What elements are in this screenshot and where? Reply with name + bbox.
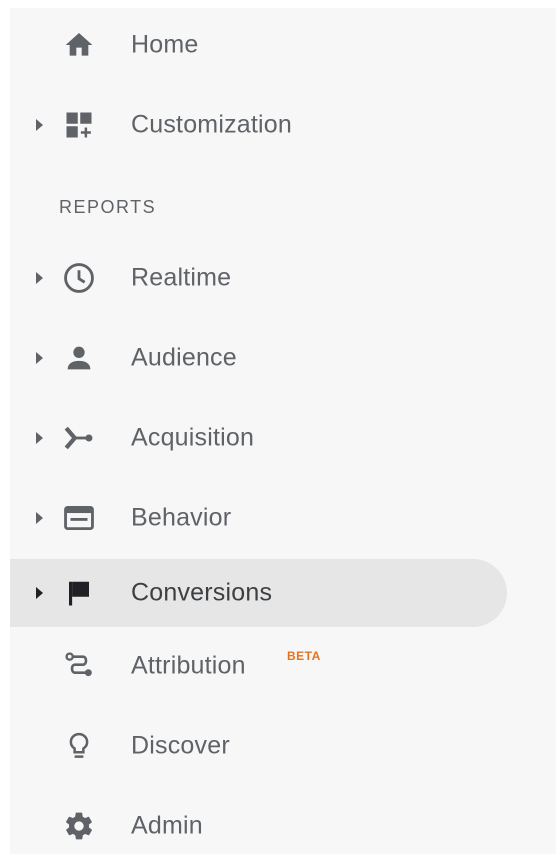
nav-item-behavior[interactable]: Behavior <box>10 484 507 552</box>
nav-item-label: Realtime <box>131 263 232 292</box>
clock-icon <box>60 259 98 297</box>
expand-caret-icon[interactable] <box>36 587 43 599</box>
nav-item-admin[interactable]: Admin <box>10 792 507 860</box>
expand-caret-icon[interactable] <box>36 352 43 364</box>
nav-item-label: Home <box>131 30 199 59</box>
nav-item-label: Discover <box>131 731 230 760</box>
lightbulb-icon <box>60 727 98 765</box>
nav-item-label: Conversions <box>131 578 273 607</box>
expand-caret-icon[interactable] <box>36 432 43 444</box>
expand-caret-icon[interactable] <box>36 272 43 284</box>
expand-caret-icon[interactable] <box>36 119 43 131</box>
person-icon <box>60 339 98 377</box>
nav-item-attribution[interactable]: Attribution <box>10 632 507 700</box>
route-icon <box>60 647 98 685</box>
sidebar: Home Customization REPORTS Realtime Audi… <box>10 8 556 854</box>
nav-item-label: Admin <box>131 811 203 840</box>
nav-item-label: Customization <box>131 110 292 139</box>
nav-item-label: Attribution <box>131 651 246 680</box>
nav-item-label: Audience <box>131 343 237 372</box>
nav-item-label: Acquisition <box>131 423 255 452</box>
expand-caret-icon[interactable] <box>36 512 43 524</box>
beta-badge: BETA <box>287 649 321 663</box>
nav-item-discover[interactable]: Discover <box>10 712 507 780</box>
nav-item-acquisition[interactable]: Acquisition <box>10 404 507 472</box>
web-window-icon <box>60 499 98 537</box>
home-icon <box>60 26 98 64</box>
flag-icon <box>60 574 98 612</box>
nav-item-audience[interactable]: Audience <box>10 324 507 392</box>
nav-item-conversions[interactable]: Conversions <box>10 559 507 627</box>
gear-icon <box>60 807 98 845</box>
section-header-reports: REPORTS <box>59 197 157 217</box>
nav-item-realtime[interactable]: Realtime <box>10 244 507 312</box>
nav-item-customization[interactable]: Customization <box>10 91 507 159</box>
dashboard-add-icon <box>60 106 98 144</box>
nav-item-home[interactable]: Home <box>10 11 507 79</box>
nav-item-label: Behavior <box>131 503 232 532</box>
merge-icon <box>60 419 98 457</box>
